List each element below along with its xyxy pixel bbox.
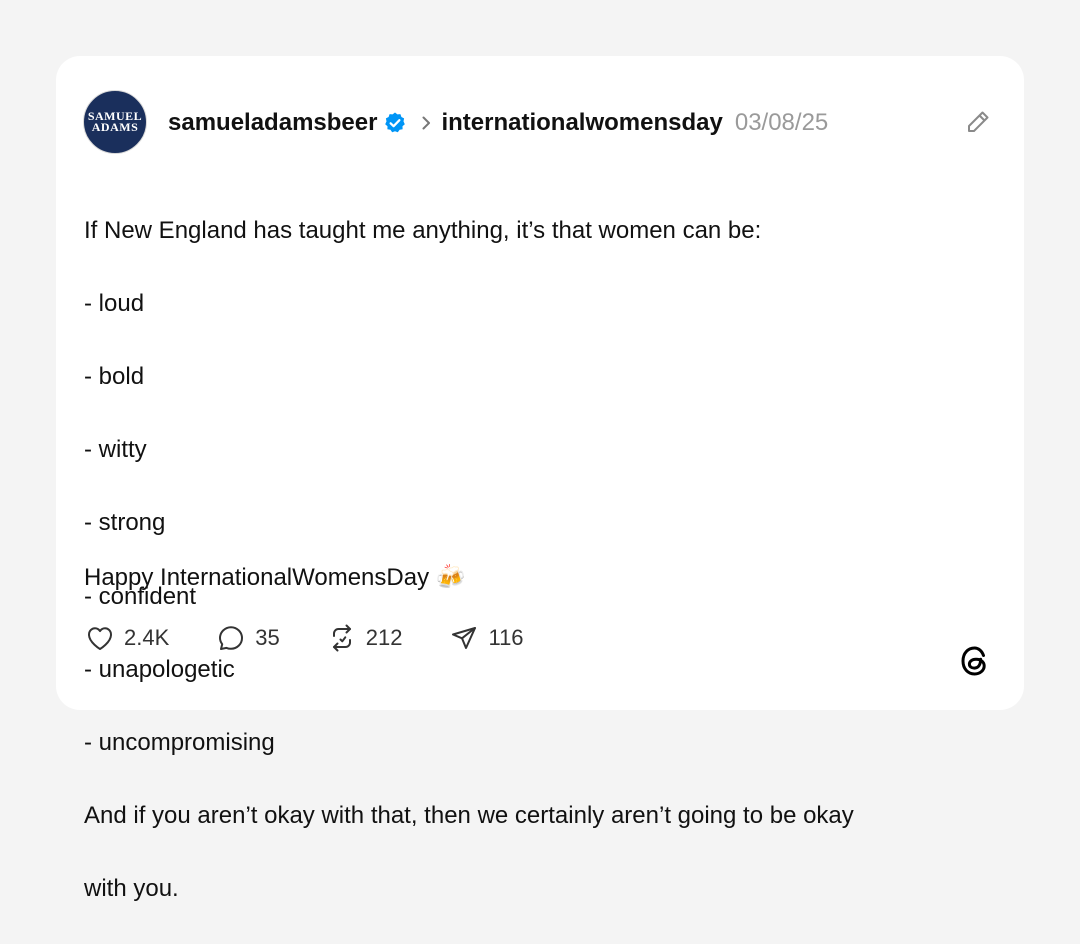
chevron-right-icon (417, 114, 435, 132)
repost-icon (332, 624, 351, 652)
post-body-line: And if you aren’t okay with that, then w… (84, 802, 854, 830)
reply-count: 35 (255, 625, 280, 650)
closing-text: Happy InternationalWomensDay (84, 564, 430, 591)
post-body-line: with you. (84, 875, 179, 903)
post-header: samueladamsbeer internationalwomensday 0… (168, 108, 828, 138)
like-count: 2.4K (124, 625, 170, 650)
post-body-line: If New England has taught me anything, i… (84, 216, 762, 244)
share-count: 116 (488, 625, 524, 650)
send-icon (452, 627, 477, 649)
comment-icon (219, 626, 244, 650)
heart-icon (88, 627, 112, 650)
post-date: 03/08/25 (734, 109, 829, 136)
community-link[interactable]: internationalwomensday (441, 109, 722, 137)
threads-logo-icon (956, 642, 994, 680)
post-body-line: - uncompromising (84, 728, 275, 756)
share-button[interactable]: 116 (448, 622, 524, 654)
post-body-line: - strong (84, 509, 166, 537)
post-closing: Happy InternationalWomensDay 🍻 (84, 560, 466, 596)
like-button[interactable]: 2.4K (84, 622, 169, 654)
post-card: SAMUEL ADAMS samueladamsbeer internation… (56, 56, 1024, 902)
beer-mugs-emoji: 🍻 (435, 564, 466, 591)
verified-badge-icon (383, 111, 407, 135)
avatar[interactable]: SAMUEL ADAMS (83, 90, 147, 154)
post-body-line: - witty (84, 436, 147, 464)
reply-button[interactable]: 35 (215, 622, 280, 654)
post-body-line: - loud (84, 289, 145, 317)
action-bar: 2.4K 35 212 116 (84, 622, 570, 654)
post-body-line: - bold (84, 362, 145, 390)
post-body-line: - unapologetic (84, 655, 235, 683)
repost-count: 212 (365, 625, 403, 650)
repost-button[interactable]: 212 (326, 622, 403, 654)
pencil-icon[interactable] (962, 106, 994, 138)
avatar-logo-text: SAMUEL ADAMS (87, 109, 143, 134)
username-link[interactable]: samueladamsbeer (168, 109, 377, 137)
